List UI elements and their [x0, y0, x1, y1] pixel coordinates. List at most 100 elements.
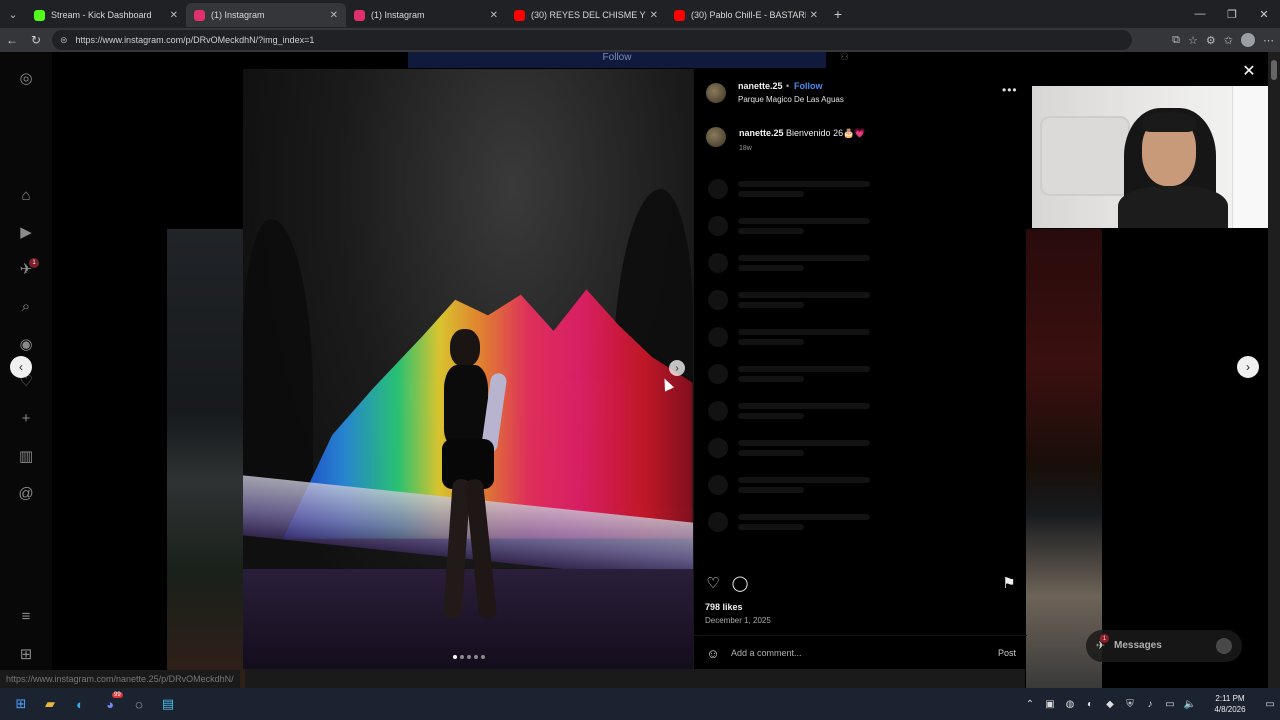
previous-post-button[interactable]: ‹ [10, 356, 32, 378]
tab-kick-dashboard[interactable]: Stream - Kick Dashboard ✕ [26, 3, 186, 27]
nvidia-icon[interactable]: ◆ [1100, 694, 1120, 714]
minimize-icon[interactable]: — [1184, 0, 1216, 28]
tab-title: (1) Instagram [211, 10, 265, 20]
system-tray: ⌃ ▣ ◍ ◐ ◆ ⛨ ♪ ▭ 🔈 2:11 PM 4/8/2026 ▭ [1020, 688, 1280, 720]
comment-skeleton [708, 214, 1008, 240]
windows-start-icon[interactable]: ⊞ [11, 694, 31, 714]
carousel-dot [467, 655, 471, 659]
more-menu-icon[interactable]: ≡ [16, 606, 36, 626]
shield-icon[interactable]: ⛨ [1120, 694, 1140, 714]
post-comment-button[interactable]: Post [998, 648, 1016, 658]
carousel-dot [481, 655, 485, 659]
carousel-dots [453, 655, 485, 659]
tab-close-icon[interactable]: ✕ [490, 10, 498, 21]
save-bookmark-icon[interactable]: ⚑ [1000, 574, 1018, 592]
site-info-icon[interactable]: ⊜ [60, 35, 68, 46]
reload-button[interactable]: ↻ [24, 28, 48, 52]
tab-close-icon[interactable]: ✕ [330, 10, 338, 21]
tab-close-icon[interactable]: ✕ [170, 10, 178, 21]
author-username[interactable]: nanette.25 [738, 81, 783, 91]
photo-person-leg [464, 478, 498, 620]
favorites-icon[interactable]: ✩ [1224, 34, 1233, 47]
window-controls: — ❐ ✕ [1184, 0, 1280, 28]
next-post-button[interactable]: › [1237, 356, 1259, 378]
background-follow-button: Follow [408, 52, 826, 68]
tab-close-icon[interactable]: ✕ [810, 10, 818, 21]
comment-icon[interactable]: ◯ [731, 574, 749, 592]
browser-tab-bar: ⌄ Stream - Kick Dashboard ✕ (1) Instagra… [0, 0, 1280, 28]
background-person-icon: ⚇ [840, 52, 849, 63]
messages-label: Messages [1114, 640, 1162, 651]
notifications-icon[interactable]: ▭ [1260, 694, 1280, 714]
tray-app-icon[interactable]: ▣ [1040, 694, 1060, 714]
discord-badge: 99 [112, 692, 123, 698]
caption-username[interactable]: nanette.25 [739, 128, 784, 138]
reels-icon[interactable]: ▶ [16, 222, 36, 242]
edge-browser-icon[interactable]: ◐ [70, 694, 90, 714]
background-thumbnail-right [1026, 229, 1102, 688]
show-hidden-icons-icon[interactable]: ⌃ [1020, 694, 1040, 714]
explore-icon[interactable]: ◉ [16, 334, 36, 354]
page-scrollbar[interactable] [1268, 52, 1280, 688]
comment-bar: ☺ Post [694, 635, 1027, 669]
system-clock[interactable]: 2:11 PM 4/8/2026 [1200, 693, 1260, 715]
extensions-icon[interactable]: ⚙ [1206, 34, 1216, 47]
windows-taskbar: ⊞ ▰ ◐ ◕ 99 ◌ ▤ ⌃ ▣ ◍ ◐ ◆ ⛨ ♪ ▭ 🔈 2:11 PM… [0, 688, 1280, 720]
address-bar[interactable]: ⊜ https://www.instagram.com/p/DRvOMeckdh… [52, 30, 1132, 50]
scrollbar-thumb[interactable] [1271, 60, 1277, 80]
tray-edge-icon[interactable]: ◐ [1080, 694, 1100, 714]
favorite-star-icon[interactable]: ☆ [1188, 34, 1198, 47]
comment-skeleton [708, 177, 1008, 203]
back-button[interactable]: ← [0, 28, 24, 52]
browser-menu-icon[interactable]: ⋯ [1263, 34, 1274, 47]
carousel-next-button[interactable]: › [669, 360, 685, 376]
post-location[interactable]: Parque Magico De Las Aguas [738, 95, 844, 104]
messages-button[interactable]: ✈ 1 Messages [1086, 630, 1242, 662]
toolbar-actions: ⧉ ☆ ⚙ ✩ ⋯ [1172, 28, 1274, 52]
separator-dot: • [786, 81, 790, 91]
follow-button[interactable]: Follow [794, 81, 823, 91]
new-tab-button[interactable]: + [826, 2, 850, 26]
comment-skeleton [708, 288, 1008, 314]
more-options-icon[interactable]: ••• [1002, 83, 1018, 97]
microphone-icon[interactable]: ♪ [1140, 694, 1160, 714]
comment-input[interactable] [731, 646, 981, 660]
threads-icon[interactable]: @ [16, 483, 36, 503]
apps-icon[interactable]: ⊞ [16, 644, 36, 664]
split-screen-icon[interactable]: ⧉ [1172, 34, 1180, 47]
tab-youtube-pablo[interactable]: (30) Pablo Chill-E - BASTARDO ft ✕ [666, 3, 826, 27]
restore-icon[interactable]: ❐ [1216, 0, 1248, 28]
profile-avatar[interactable] [1241, 33, 1255, 47]
steam-icon[interactable]: ◍ [1060, 694, 1080, 714]
home-icon[interactable]: ⌂ [16, 185, 36, 205]
dashboard-icon[interactable]: ▥ [16, 446, 36, 466]
volume-icon[interactable]: 🔈 [1180, 694, 1200, 714]
notepad-icon[interactable]: ▤ [158, 694, 178, 714]
tab-instagram[interactable]: (1) Instagram ✕ [346, 3, 506, 27]
close-window-icon[interactable]: ✕ [1248, 0, 1280, 28]
post-image[interactable]: › [243, 69, 693, 669]
photo-trees-left [243, 219, 313, 519]
obs-studio-icon[interactable]: ◌ [129, 694, 149, 714]
status-bar-url: https://www.instagram.com/nanette.25/p/D… [0, 670, 240, 688]
tab-instagram-active[interactable]: (1) Instagram ✕ [186, 3, 346, 27]
tab-youtube-reyes[interactable]: (30) REYES DEL CHISME Y DE LA ✕ [506, 3, 666, 27]
search-icon[interactable]: ⌕ [16, 296, 36, 316]
tab-close-icon[interactable]: ✕ [650, 10, 658, 21]
browser-toolbar: ← ↻ ⊜ https://www.instagram.com/p/DRvOMe… [0, 28, 1280, 52]
instagram-logo-icon[interactable]: ◎ [16, 68, 36, 88]
file-explorer-icon[interactable]: ▰ [40, 694, 60, 714]
emoji-icon[interactable]: ☺ [705, 645, 721, 661]
create-icon[interactable]: + [16, 408, 36, 428]
like-count[interactable]: 798 likes [705, 602, 743, 612]
tab-list-button[interactable]: ⌄ [0, 0, 26, 28]
display-icon[interactable]: ▭ [1160, 694, 1180, 714]
close-icon[interactable]: ✕ [1240, 62, 1258, 80]
author-avatar[interactable] [706, 83, 726, 103]
like-heart-icon[interactable]: ♡ [704, 574, 722, 592]
comment-skeleton [708, 325, 1008, 351]
caption-avatar[interactable] [706, 127, 726, 147]
clock-date: 4/8/2026 [1214, 705, 1246, 714]
messages-badge: 1 [1100, 634, 1109, 643]
comment-skeleton [708, 510, 1008, 536]
